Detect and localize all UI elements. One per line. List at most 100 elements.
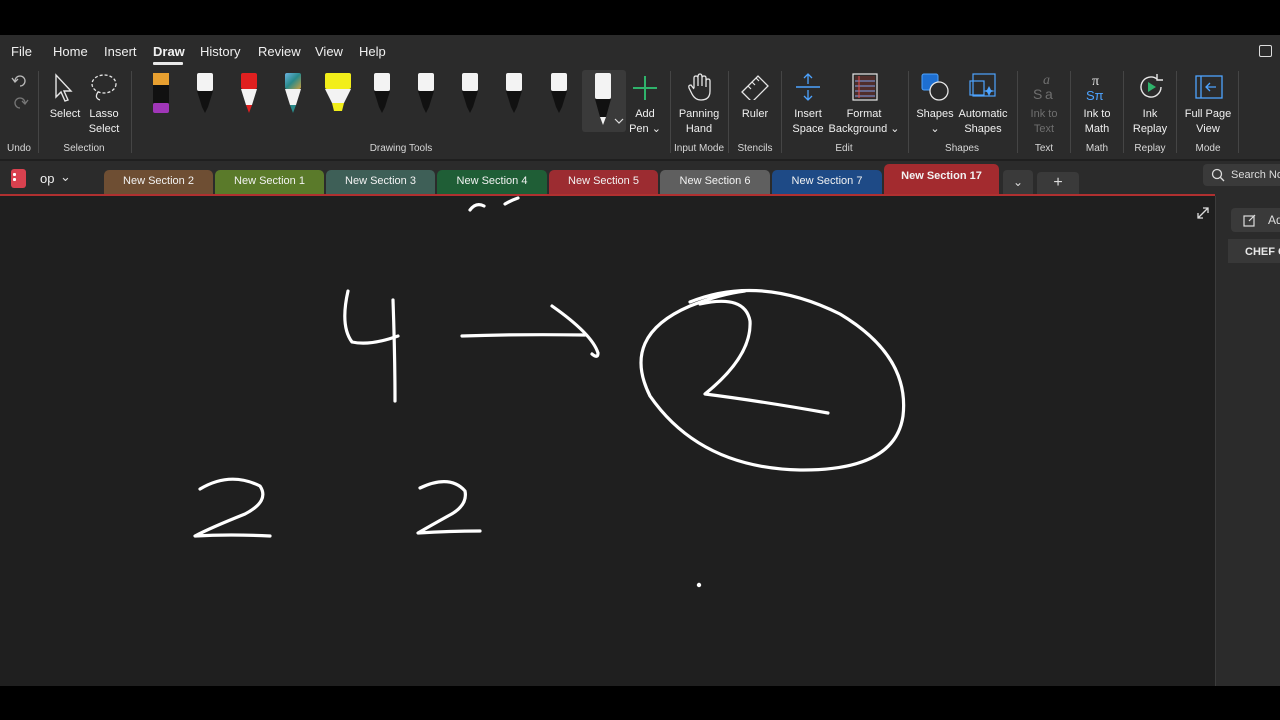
drawing-tools-group-label: Drawing Tools bbox=[369, 143, 433, 154]
menu-file[interactable]: File bbox=[11, 44, 32, 59]
select-cursor-icon[interactable] bbox=[52, 73, 76, 103]
automatic-shapes-icon[interactable] bbox=[967, 72, 999, 102]
ink-circled-digit-2 bbox=[698, 299, 830, 415]
insert-space-button[interactable]: Insert Space bbox=[792, 107, 823, 137]
notebook-chevron-down-icon[interactable]: ⌄ bbox=[60, 169, 71, 185]
ink-replay-icon[interactable] bbox=[1137, 72, 1165, 102]
insert-space-icon[interactable] bbox=[795, 72, 821, 102]
pen-black-4-icon[interactable] bbox=[459, 73, 481, 113]
pen-black-6-icon[interactable] bbox=[548, 73, 570, 113]
svg-text:S: S bbox=[1033, 86, 1042, 102]
add-pen-plus-icon[interactable] bbox=[632, 75, 658, 101]
ink-dot bbox=[696, 582, 702, 588]
pen-black-2-icon[interactable] bbox=[371, 73, 393, 113]
ink-replay-button[interactable]: Ink Replay bbox=[1133, 107, 1167, 137]
more-sections-chevron-down-icon[interactable]: ⌄ bbox=[1003, 170, 1033, 194]
group-divider bbox=[781, 71, 782, 153]
panning-hand-icon[interactable] bbox=[687, 72, 713, 102]
format-background-button[interactable]: Format Background ⌄ bbox=[829, 107, 900, 137]
menu-history[interactable]: History bbox=[200, 44, 240, 59]
menu-view[interactable]: View bbox=[315, 44, 343, 59]
pen-red-icon[interactable] bbox=[238, 73, 260, 113]
pages-pane: Add CHEF C bbox=[1215, 196, 1280, 686]
panning-hand-button[interactable]: Panning Hand bbox=[679, 107, 719, 137]
add-page-button[interactable]: Add bbox=[1231, 208, 1280, 232]
handwritten-ink-layer bbox=[193, 196, 906, 588]
expand-icon[interactable] bbox=[1196, 206, 1210, 220]
add-pen-button[interactable]: Add Pen ⌄ bbox=[629, 107, 661, 137]
section-tab-2[interactable]: New Section 2 bbox=[104, 170, 213, 194]
text-group-label: Text bbox=[1034, 143, 1054, 154]
section-tab-bar: op ⌄ New Section 2 New Section 1 New Sec… bbox=[0, 161, 1280, 196]
shapes-chevron-down-icon: ⌄ bbox=[930, 123, 940, 135]
section-tab-3[interactable]: New Section 3 bbox=[326, 170, 435, 194]
group-divider bbox=[1238, 71, 1239, 153]
panning-label-2: Hand bbox=[685, 123, 713, 135]
lasso-select-button[interactable]: Lasso Select bbox=[89, 107, 120, 137]
ink-digit-2-left bbox=[193, 477, 272, 538]
ink-to-math-label-1: Ink to bbox=[1083, 108, 1111, 120]
onenote-window: File Home Insert Draw History Review Vie… bbox=[0, 35, 1280, 686]
ink-replay-label-2: Replay bbox=[1132, 123, 1168, 135]
ribbon: Undo Select Lasso Select Selection Add P… bbox=[0, 67, 1280, 159]
group-divider bbox=[1123, 71, 1124, 153]
ink-digit-4-stem bbox=[391, 298, 397, 403]
select-button[interactable]: Select bbox=[50, 107, 81, 122]
pen-chevron-down-icon[interactable] bbox=[614, 117, 624, 125]
menu-help[interactable]: Help bbox=[359, 44, 386, 59]
ink-to-text-icon[interactable]: a S a bbox=[1031, 72, 1059, 102]
undo-icon[interactable] bbox=[11, 73, 29, 89]
full-page-view-icon[interactable] bbox=[1194, 74, 1224, 100]
pen-black-icon[interactable] bbox=[194, 73, 216, 113]
ink-to-text-button[interactable]: Ink to Text bbox=[1031, 107, 1058, 137]
format-background-icon[interactable] bbox=[850, 72, 880, 102]
full-page-view-label-2: View bbox=[1196, 123, 1220, 135]
section-tab-1[interactable]: New Section 1 bbox=[215, 170, 324, 194]
ruler-icon[interactable] bbox=[740, 74, 770, 100]
ink-to-math-button[interactable]: Ink to Math bbox=[1084, 107, 1111, 137]
page-canvas[interactable] bbox=[0, 196, 1215, 686]
group-divider bbox=[1176, 71, 1177, 153]
math-group-label: Math bbox=[1085, 143, 1109, 154]
page-list-item[interactable]: CHEF C bbox=[1228, 239, 1280, 263]
section-tab-7[interactable]: New Section 7 bbox=[772, 170, 882, 194]
lasso-icon[interactable] bbox=[88, 72, 120, 102]
section-tab-5[interactable]: New Section 5 bbox=[549, 170, 658, 194]
full-page-view-button[interactable]: Full Page View bbox=[1185, 107, 1231, 137]
window-mode-icon[interactable] bbox=[1259, 45, 1272, 57]
menu-bar: File Home Insert Draw History Review Vie… bbox=[0, 35, 1280, 67]
menu-draw[interactable]: Draw bbox=[153, 44, 185, 59]
menu-review[interactable]: Review bbox=[258, 44, 301, 59]
add-section-plus-icon[interactable]: + bbox=[1037, 172, 1079, 194]
search-input[interactable]: Search Not bbox=[1203, 164, 1280, 186]
ink-partial-stroke-2 bbox=[503, 196, 520, 206]
pen-black-5-icon[interactable] bbox=[503, 73, 525, 113]
full-page-view-label-1: Full Page bbox=[1184, 108, 1232, 120]
highlighter-yellow-icon[interactable] bbox=[324, 73, 352, 113]
group-divider bbox=[38, 71, 39, 153]
ink-arrow-head bbox=[550, 304, 600, 358]
redo-icon[interactable] bbox=[11, 95, 29, 111]
replay-group-label: Replay bbox=[1134, 143, 1166, 154]
pen-white-selected-icon[interactable] bbox=[592, 73, 614, 125]
menu-insert[interactable]: Insert bbox=[104, 44, 137, 59]
ink-to-math-icon[interactable]: π Sπ bbox=[1084, 72, 1112, 102]
section-tab-17-active[interactable]: New Section 17 bbox=[884, 164, 999, 194]
ruler-button[interactable]: Ruler bbox=[742, 107, 768, 122]
automatic-shapes-button[interactable]: Automatic Shapes bbox=[959, 107, 1008, 137]
section-tab-4[interactable]: New Section 4 bbox=[437, 170, 547, 194]
pen-galaxy-icon[interactable] bbox=[282, 73, 304, 113]
ink-to-math-label-2: Math bbox=[1084, 123, 1110, 135]
edit-group-label: Edit bbox=[835, 143, 853, 154]
notebook-name[interactable]: op bbox=[40, 171, 54, 186]
section-tab-6[interactable]: New Section 6 bbox=[660, 170, 770, 194]
menu-home[interactable]: Home bbox=[53, 44, 88, 59]
shapes-button[interactable]: Shapes ⌄ bbox=[916, 107, 953, 137]
pen-black-3-icon[interactable] bbox=[415, 73, 437, 113]
ink-digit-4-left bbox=[343, 289, 400, 345]
pen-orange-icon[interactable] bbox=[150, 73, 172, 113]
shapes-icon[interactable] bbox=[920, 72, 950, 102]
notebook-icon[interactable] bbox=[11, 169, 26, 188]
ink-circle bbox=[639, 288, 906, 472]
svg-text:π: π bbox=[1092, 74, 1099, 89]
